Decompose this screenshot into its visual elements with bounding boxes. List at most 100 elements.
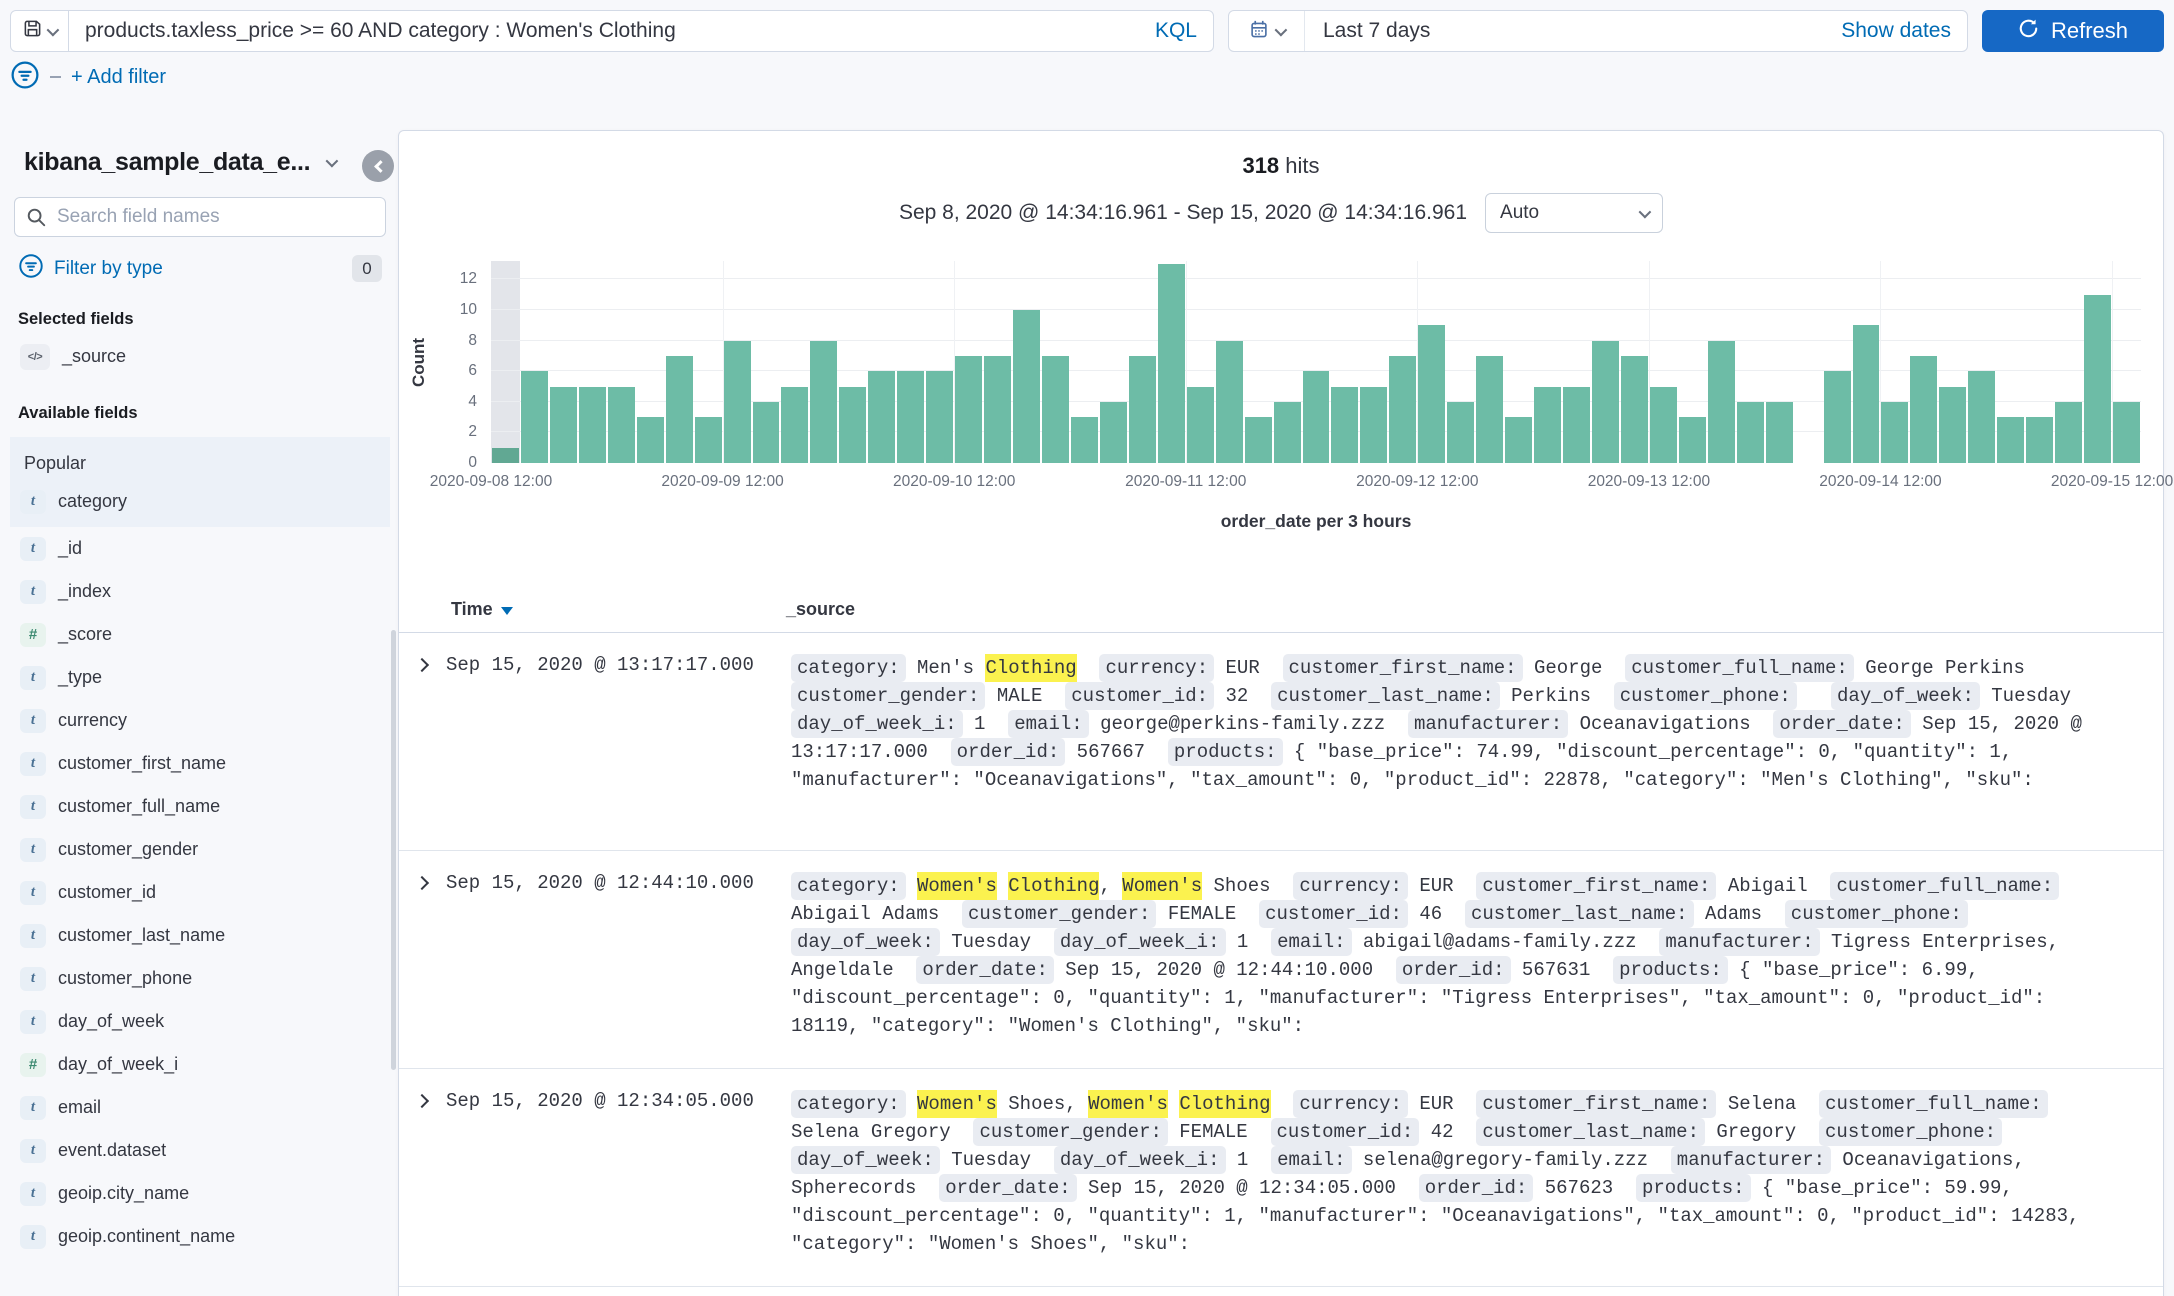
- histogram-bar[interactable]: [1563, 386, 1590, 463]
- histogram-bar[interactable]: [1881, 401, 1909, 463]
- add-filter-button[interactable]: + Add filter: [71, 66, 166, 89]
- expand-row-icon[interactable]: [414, 875, 430, 891]
- histogram-bar[interactable]: [636, 417, 664, 463]
- histogram-bar[interactable]: [607, 386, 635, 463]
- field-item-event.dataset[interactable]: t event.dataset: [10, 1129, 390, 1172]
- histogram-bar[interactable]: [1620, 355, 1648, 463]
- histogram-bar[interactable]: [1939, 386, 1967, 463]
- histogram-bar[interactable]: [926, 371, 954, 463]
- index-pattern-switcher[interactable]: kibana_sample_data_e...: [10, 130, 390, 177]
- histogram-bar[interactable]: [781, 386, 809, 463]
- field-item-_index[interactable]: t _index: [10, 570, 390, 613]
- field-item-customer_phone[interactable]: t customer_phone: [10, 957, 390, 1000]
- histogram-bar[interactable]: [955, 355, 983, 463]
- interval-select[interactable]: Auto: [1485, 193, 1664, 233]
- histogram-bar[interactable]: [665, 355, 693, 463]
- date-range-value[interactable]: Last 7 days: [1305, 19, 1430, 43]
- histogram-bar[interactable]: [1244, 417, 1272, 463]
- field-item-geoip.city_name[interactable]: t geoip.city_name: [10, 1172, 390, 1215]
- field-item-customer_full_name[interactable]: t customer_full_name: [10, 785, 390, 828]
- histogram-bar[interactable]: [1968, 371, 1996, 463]
- field-item-_type[interactable]: t _type: [10, 656, 390, 699]
- histogram-bar[interactable]: [694, 417, 722, 463]
- x-axis-title: order_date per 3 hours: [1220, 511, 1412, 531]
- histogram-bar[interactable]: [1736, 401, 1764, 463]
- histogram-bar[interactable]: [752, 401, 780, 463]
- histogram-bar[interactable]: [1273, 401, 1301, 463]
- time-column-header[interactable]: Time: [451, 599, 513, 620]
- histogram-bar[interactable]: [1910, 355, 1938, 463]
- histogram-bar[interactable]: [868, 371, 896, 463]
- histogram-bar[interactable]: [1765, 401, 1793, 463]
- field-item-geoip.continent_name[interactable]: t geoip.continent_name: [10, 1215, 390, 1258]
- sidebar-scrollbar[interactable]: [391, 630, 396, 1070]
- histogram-bar[interactable]: [1128, 355, 1156, 463]
- histogram-bar[interactable]: [1476, 355, 1504, 463]
- field-item-email[interactable]: t email: [10, 1086, 390, 1129]
- histogram-bar[interactable]: [1707, 340, 1735, 463]
- histogram-bar[interactable]: [1042, 355, 1069, 463]
- histogram-bar[interactable]: [984, 355, 1012, 463]
- histogram-bar[interactable]: [1302, 371, 1330, 463]
- field-item-customer_gender[interactable]: t customer_gender: [10, 828, 390, 871]
- histogram-bar[interactable]: [1678, 417, 1706, 463]
- histogram-bar[interactable]: [1389, 355, 1417, 463]
- collapse-sidebar-button[interactable]: [362, 150, 394, 182]
- histogram-bar[interactable]: [1505, 417, 1533, 463]
- histogram-bar[interactable]: [1360, 386, 1388, 463]
- query-input[interactable]: products.taxless_price >= 60 AND categor…: [69, 19, 1155, 43]
- histogram-bar[interactable]: [810, 340, 838, 463]
- histogram-bar[interactable]: [1649, 386, 1677, 463]
- histogram-bar[interactable]: [897, 371, 925, 463]
- histogram-bar[interactable]: [839, 386, 867, 463]
- filter-set-icon[interactable]: [10, 60, 40, 95]
- histogram-bar[interactable]: [1997, 417, 2025, 463]
- refresh-button[interactable]: Refresh: [1982, 10, 2164, 52]
- histogram-bar[interactable]: [1852, 325, 1880, 463]
- histogram-bar[interactable]: [1013, 310, 1040, 463]
- histogram-bar[interactable]: [723, 340, 751, 463]
- histogram-bar[interactable]: [2055, 401, 2083, 463]
- y-tick-label: 4: [468, 392, 477, 410]
- search-field-names-input[interactable]: [14, 197, 386, 237]
- field-item-customer_id[interactable]: t customer_id: [10, 871, 390, 914]
- histogram-bar[interactable]: [1099, 401, 1127, 463]
- selected-fields-heading: Selected fields: [18, 310, 134, 328]
- filter-by-type-button[interactable]: Filter by type 0: [18, 253, 382, 284]
- field-item-currency[interactable]: t currency: [10, 699, 390, 742]
- histogram-bar[interactable]: [1823, 371, 1851, 463]
- saved-query-menu-button[interactable]: [11, 11, 69, 51]
- field-item-day_of_week_i[interactable]: # day_of_week_i: [10, 1043, 390, 1086]
- histogram-chart[interactable]: [491, 261, 2141, 463]
- histogram-bar[interactable]: [492, 447, 519, 463]
- field-name: geoip.continent_name: [58, 1226, 236, 1246]
- histogram-bar[interactable]: [2026, 417, 2054, 463]
- histogram-bar[interactable]: [1534, 386, 1562, 463]
- histogram-bar[interactable]: [1070, 417, 1098, 463]
- histogram-bar[interactable]: [1215, 340, 1243, 463]
- field-item-category[interactable]: t category: [10, 480, 390, 523]
- histogram-bar[interactable]: [1418, 325, 1446, 463]
- show-dates-button[interactable]: Show dates: [1841, 19, 1967, 43]
- histogram-bar[interactable]: [1186, 386, 1214, 463]
- histogram-bar[interactable]: [1447, 401, 1475, 463]
- field-item-customer_first_name[interactable]: t customer_first_name: [10, 742, 390, 785]
- expand-row-icon[interactable]: [414, 657, 430, 673]
- histogram-bar[interactable]: [2113, 401, 2140, 463]
- histogram-bar[interactable]: [2084, 294, 2112, 463]
- field-item-customer_last_name[interactable]: t customer_last_name: [10, 914, 390, 957]
- histogram-bar[interactable]: [549, 386, 577, 463]
- query-language-button[interactable]: KQL: [1155, 19, 1213, 43]
- field-item-source[interactable]: </> _source: [10, 335, 390, 378]
- histogram-bar[interactable]: [520, 371, 548, 463]
- expand-row-icon[interactable]: [414, 1093, 430, 1109]
- field-item-_score[interactable]: # _score: [10, 613, 390, 656]
- histogram-bar[interactable]: [1592, 340, 1619, 463]
- field-item-_id[interactable]: t _id: [10, 527, 390, 570]
- histogram-bar[interactable]: [1331, 386, 1359, 463]
- date-quick-select-button[interactable]: [1229, 11, 1305, 51]
- histogram-bar[interactable]: [1157, 264, 1185, 463]
- field-name-pill: email:: [1271, 1146, 1352, 1174]
- histogram-bar[interactable]: [578, 386, 606, 463]
- field-item-day_of_week[interactable]: t day_of_week: [10, 1000, 390, 1043]
